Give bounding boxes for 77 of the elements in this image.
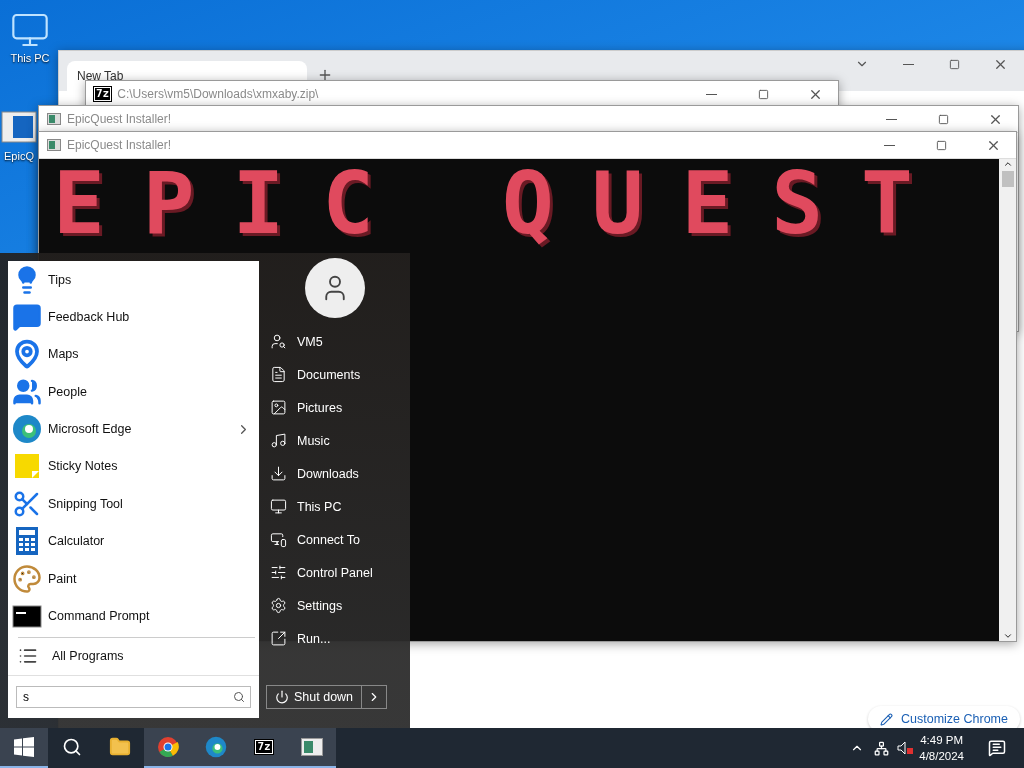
palette-icon [12,563,42,594]
program-item[interactable]: Paint [8,559,259,598]
place-item[interactable]: Connect To [262,523,402,556]
user-avatar[interactable] [305,258,365,318]
search-icon [233,690,245,703]
minimize-icon [902,63,914,65]
control-panel-icon [270,564,287,581]
notifications-icon[interactable] [988,739,1006,757]
app-icon [47,139,61,151]
desktop-icon-label[interactable]: This PC [10,52,50,64]
map-pin-icon [12,339,42,370]
chrome-icon [157,736,179,758]
place-item[interactable]: This PC [262,490,402,523]
window-title: EpicQuest Installer! [67,112,173,126]
pencil-icon [880,712,893,726]
place-item[interactable]: Music [262,424,402,457]
maximize-icon [948,58,960,70]
settings-icon [270,597,287,614]
place-item[interactable]: Documents [262,358,402,391]
search-icon [62,737,82,757]
place-item[interactable]: Pictures [262,391,402,424]
archive-app-badge: 7z [94,87,112,101]
taskbar-app-button[interactable] [144,728,192,768]
scroll-up-icon[interactable] [1002,159,1013,169]
program-item[interactable]: Calculator [8,522,259,560]
archive-app-badge: 7z [255,740,273,754]
place-item[interactable]: Control Panel [262,556,402,589]
edge-icon [12,414,42,445]
program-item[interactable]: Microsoft Edge [8,410,259,448]
window-app-icon [301,738,323,756]
edge-icon [205,736,227,758]
scroll-down-icon[interactable] [1002,631,1013,641]
scroll-thumb[interactable] [1001,171,1014,187]
monitor-icon [270,498,287,515]
desktop-icon-label[interactable]: EpicQ [4,150,34,162]
connect-icon [270,531,287,548]
run-icon [270,630,287,647]
user-search-icon [270,333,287,350]
download-icon [270,465,287,482]
minimize-icon [885,118,897,120]
program-item[interactable]: Feedback Hub [8,298,259,336]
taskbar-app-button[interactable] [288,728,336,768]
program-item[interactable]: Snipping Tool [8,485,259,523]
tab-title: New Tab [77,69,124,83]
feedback-icon [12,302,42,333]
volume-muted-icon[interactable] [897,741,914,755]
place-item[interactable]: Downloads [262,457,402,490]
search-field[interactable]: s [16,685,251,708]
minimize-icon [705,93,717,95]
program-item[interactable]: Tips [8,261,259,299]
minimize-icon [883,144,895,146]
program-item[interactable]: Command Prompt [8,597,259,635]
program-item[interactable]: People [8,373,259,411]
start-button[interactable] [0,728,48,768]
place-item[interactable]: VM5 [262,325,402,358]
app-icon [47,113,61,125]
taskbar-app-button[interactable]: 7z [240,728,288,768]
clock[interactable]: 4:49 PM 4/8/2024 [919,732,964,764]
place-item[interactable]: Settings [262,589,402,622]
network-icon[interactable] [874,740,890,756]
document-icon [270,366,287,383]
folder-icon [109,736,131,758]
windows-logo-icon [14,737,34,757]
banner-title: EPIC QUEST [53,160,952,250]
picture-icon [270,399,287,416]
maximize-icon [937,113,949,125]
music-note-icon [270,432,287,449]
program-item[interactable]: Sticky Notes [8,447,259,486]
scrollbar[interactable] [999,159,1016,641]
power-icon [275,690,289,704]
maximize-icon [935,139,947,151]
place-item[interactable]: Run... [262,622,402,655]
program-item[interactable]: Maps [8,335,259,374]
maximize-icon [757,88,769,100]
all-programs-item[interactable]: All Programs [8,637,259,675]
window-title: EpicQuest Installer! [67,138,173,152]
new-tab-icon[interactable] [317,67,333,83]
